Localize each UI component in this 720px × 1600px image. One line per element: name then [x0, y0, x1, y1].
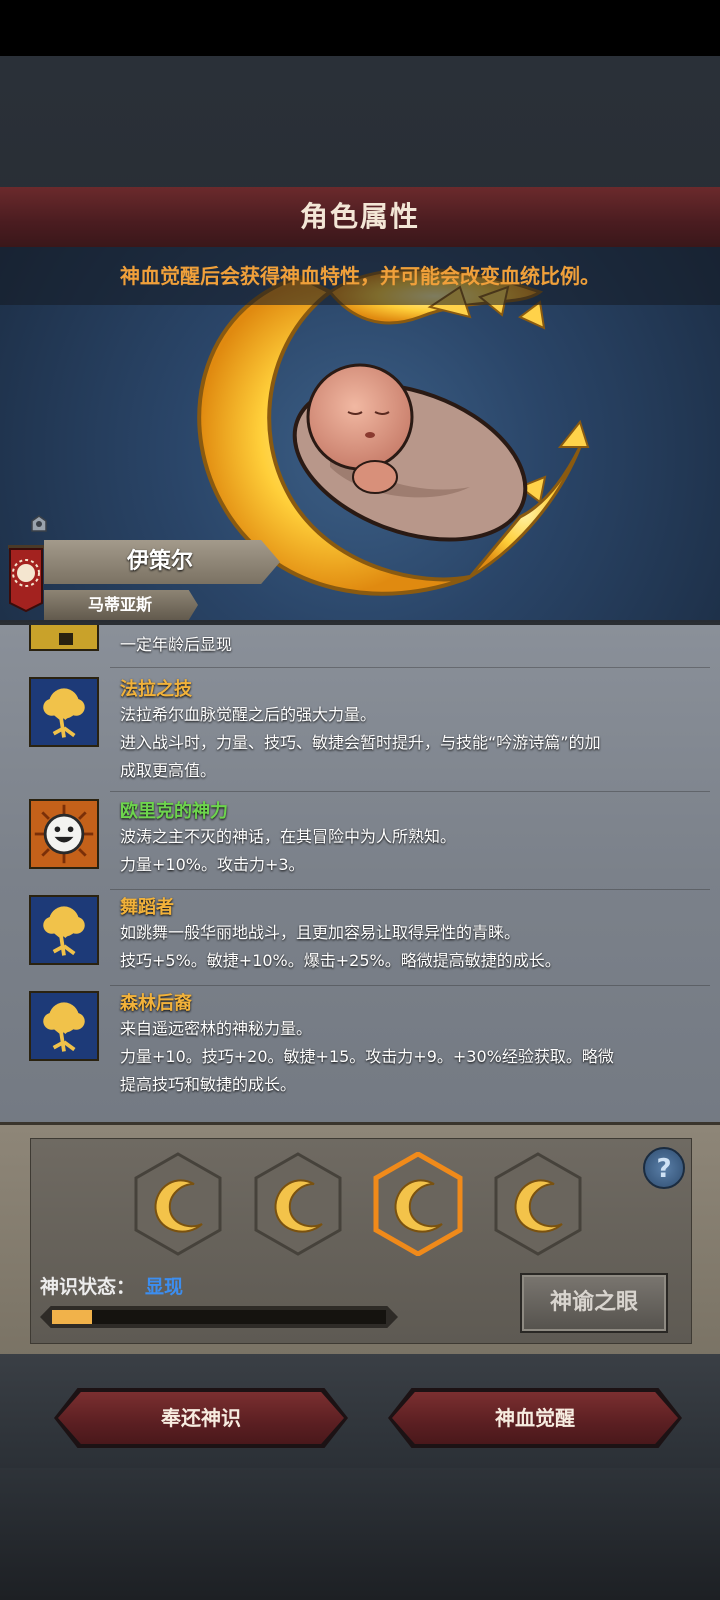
- character-house: 马蒂亚斯: [87, 595, 152, 614]
- trait-desc: 法拉希尔血脉觉醒之后的强大力量。 进入战斗时，力量、技巧、敏捷会暂时提升，与技能…: [120, 701, 680, 785]
- trait-desc: 一定年龄后显现: [120, 635, 233, 654]
- divine-progress-fill: [52, 1310, 92, 1324]
- bottom-backdrop: [0, 1468, 720, 1600]
- trait-row-partial: 一定年龄后显现: [0, 625, 720, 665]
- golden-tree-icon: [29, 895, 99, 965]
- divine-state-label: 神识状态：: [40, 1276, 136, 1298]
- trait-desc: 波涛之主不灭的神话，在其冒险中为人所熟知。 力量+10%。攻击力+3。: [120, 823, 680, 879]
- divine-slot-4[interactable]: [492, 1152, 584, 1256]
- smiling-sun-icon: [29, 799, 99, 869]
- rank-icon: [31, 515, 47, 532]
- help-button[interactable]: ?: [643, 1147, 685, 1189]
- trait-row[interactable]: 舞蹈者 如跳舞一般华丽地战斗，且更加容易让取得异性的青睐。 技巧+5%。敏捷+1…: [0, 893, 720, 985]
- return-divine-button[interactable]: 奉还神识: [58, 1392, 344, 1444]
- trait-name: 法拉之技: [120, 679, 192, 700]
- divine-progress-track: [52, 1310, 386, 1324]
- trait-name: 森林后裔: [120, 993, 192, 1014]
- trait-desc-line: 提高技巧和敏捷的成长。: [120, 1075, 297, 1094]
- trait-desc-line: 波涛之主不灭的神话，在其冒险中为人所熟知。: [120, 827, 457, 846]
- trait-desc-line: 如跳舞一般华丽地战斗，且更加容易让取得异性的青睐。: [120, 923, 521, 942]
- trait-desc-line: 成取更高值。: [120, 761, 217, 780]
- divine-slot-3-selected[interactable]: [372, 1152, 464, 1256]
- trait-name: 舞蹈者: [120, 897, 174, 918]
- golden-tree-icon: [29, 991, 99, 1061]
- oracle-eye-button[interactable]: 神谕之眼: [520, 1273, 668, 1333]
- divine-slot-1[interactable]: [132, 1152, 224, 1256]
- trait-name: 欧里克的神力: [120, 801, 228, 822]
- trait-desc-line: 力量+10。技巧+20。敏捷+15。攻击力+9。+30%经验获取。略微: [120, 1047, 614, 1066]
- golden-tree-icon: [29, 677, 99, 747]
- trait-desc-line: 力量+10%。攻击力+3。: [120, 855, 305, 874]
- trait-desc-line: 进入战斗时，力量、技巧、敏捷会暂时提升，与技能“吟游诗篇”的加: [120, 733, 601, 752]
- status-bar-area: [0, 0, 720, 56]
- divider: [110, 889, 710, 890]
- trait-row[interactable]: 欧里克的神力 波涛之主不灭的神话，在其冒险中为人所熟知。 力量+10%。攻击力+…: [0, 795, 720, 887]
- character-name: 伊策尔: [126, 549, 193, 574]
- trait-row[interactable]: 森林后裔 来自遥远密林的神秘力量。 力量+10。技巧+20。敏捷+15。攻击力+…: [0, 989, 720, 1119]
- divider: [110, 667, 710, 668]
- divider: [110, 791, 710, 792]
- divider: [110, 985, 710, 986]
- partial-trait-icon: [29, 625, 99, 651]
- page-title: 角色属性: [299, 200, 420, 233]
- trait-desc-line: 来自遥远密林的神秘力量。: [120, 1019, 313, 1038]
- traits-list[interactable]: 一定年龄后显现 法拉之技 法拉希尔血脉觉醒之后的强大力量。 进入战斗时，力量、技…: [0, 622, 720, 1125]
- blood-awaken-button[interactable]: 神血觉醒: [392, 1392, 678, 1444]
- trait-desc: 如跳舞一般华丽地战斗，且更加容易让取得异性的青睐。 技巧+5%。敏捷+10%。爆…: [120, 919, 680, 975]
- house-banner-icon: [8, 545, 44, 613]
- divine-state-value: 显现: [145, 1276, 184, 1298]
- trait-desc-line: 法拉希尔血脉觉醒之后的强大力量。: [120, 705, 377, 724]
- divine-slot-2[interactable]: [252, 1152, 344, 1256]
- trait-row[interactable]: 法拉之技 法拉希尔血脉觉醒之后的强大力量。 进入战斗时，力量、技巧、敏捷会暂时提…: [0, 671, 720, 789]
- awakening-notice: 神血觉醒后会获得神血特性，并可能会改变血统比例。: [120, 264, 600, 288]
- trait-desc-line: 技巧+5%。敏捷+10%。爆击+25%。略微提高敏捷的成长。: [120, 951, 561, 970]
- trait-desc: 来自遥远密林的神秘力量。 力量+10。技巧+20。敏捷+15。攻击力+9。+30…: [120, 1015, 680, 1099]
